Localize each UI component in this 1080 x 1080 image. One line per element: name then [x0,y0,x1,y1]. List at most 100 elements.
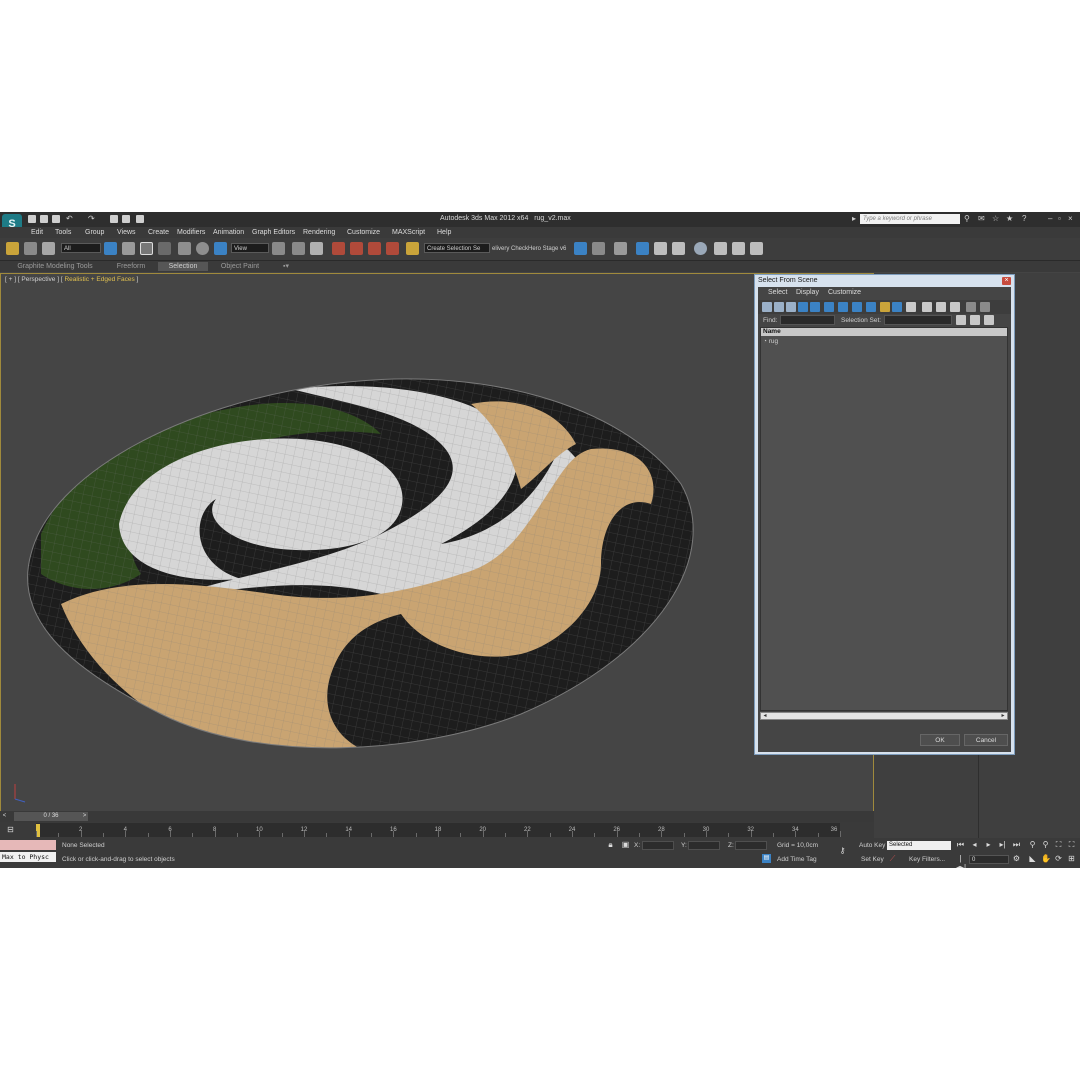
column-header-name[interactable]: Name [761,328,1007,336]
keyboard-shortcut-override-icon[interactable] [310,242,323,255]
play-icon[interactable]: ▸ [984,840,993,849]
scroll-right-icon[interactable]: ▸ [999,713,1007,719]
bind-to-space-warp-icon[interactable] [42,242,55,255]
menu-edit[interactable]: Edit [31,229,43,236]
select-invert-icon[interactable] [984,315,994,325]
time-slider[interactable]: < 0 / 36 > [0,811,874,822]
z-coordinate-field[interactable] [735,841,767,850]
percent-snap-icon[interactable] [368,242,381,255]
mini-curve-editor-icon[interactable]: ⊟ [6,825,15,834]
cancel-button[interactable]: Cancel [964,734,1008,746]
menu-group[interactable]: Group [85,229,104,236]
search-arrow-icon[interactable]: ▸ [852,215,860,223]
lock-selection-icon[interactable]: 🔒︎ [606,840,615,849]
display-helpers-icon[interactable] [810,302,820,312]
display-frozen-icon[interactable] [892,302,902,312]
maxscript-mini-listener[interactable]: Max to Physc [0,852,56,862]
hold-icon[interactable] [122,215,130,223]
select-and-scale-icon[interactable] [214,242,227,255]
orbit-icon[interactable]: ⟳ [1054,854,1063,863]
display-bones-icon[interactable] [866,302,876,312]
go-to-end-icon[interactable]: ⏭ [1012,840,1021,849]
timeline-ruler[interactable]: 2 4 6 8 10 12 14 16 18 20 22 24 26 28 30 32 34 36 [36,823,841,837]
key-mode-toggle-icon[interactable]: |◂▸| [956,854,966,868]
display-groups-icon[interactable] [838,302,848,312]
time-slider-prev-icon[interactable]: < [0,812,9,821]
display-geometry-icon[interactable] [762,302,772,312]
display-containers-icon[interactable] [880,302,890,312]
select-and-rotate-icon[interactable] [196,242,209,255]
dialog-menu-display[interactable]: Display [796,289,819,296]
menu-tools[interactable]: Tools [55,229,71,236]
time-tag-icon[interactable]: ▤ [762,854,771,863]
menu-modifiers[interactable]: Modifiers [177,229,205,236]
next-frame-icon[interactable]: ▸| [998,840,1007,849]
layer-manager-icon[interactable] [614,242,627,255]
pan-view-icon[interactable]: ✋ [1041,854,1051,863]
menu-views[interactable]: Views [117,229,136,236]
align-icon[interactable] [592,242,605,255]
snaps-toggle-icon[interactable] [332,242,345,255]
close-icon[interactable]: × [1068,215,1076,223]
display-none-icon[interactable] [936,302,946,312]
reference-coordinate-select[interactable]: View [231,243,269,253]
unlink-icon[interactable] [24,242,37,255]
favorites-icon[interactable]: ☆ [992,215,1000,223]
menu-graph-editors[interactable]: Graph Editors [252,229,295,236]
scroll-left-icon[interactable]: ◂ [761,713,769,719]
tab-selection[interactable]: Selection [158,262,208,271]
time-configuration-icon[interactable]: ⚙ [1012,854,1021,863]
selection-set-select[interactable] [884,315,952,325]
zoom-extents-all-icon[interactable]: ⛶ [1067,840,1076,849]
rug-model[interactable] [1,274,873,821]
pivot-center-icon[interactable] [272,242,285,255]
render-setup-icon[interactable] [714,242,727,255]
y-coordinate-field[interactable] [688,841,720,850]
object-list[interactable]: Name ◔ rug [760,327,1008,711]
selection-filter-select[interactable]: All [61,243,101,253]
display-space-warps-icon[interactable] [824,302,834,312]
dialog-close-button[interactable]: × [1002,277,1011,285]
select-object-icon[interactable] [104,242,117,255]
display-lights-icon[interactable] [786,302,796,312]
ok-button[interactable]: OK [920,734,960,746]
absolute-relative-toggle-icon[interactable]: ▣ [621,840,630,849]
set-key-button[interactable]: Set Key [861,856,884,863]
tab-graphite-modeling-tools[interactable]: Graphite Modeling Tools [10,262,100,271]
list-item[interactable]: ◔ rug [763,338,778,345]
new-file-icon[interactable] [28,215,36,223]
minimize-icon[interactable]: – [1048,215,1056,223]
find-input[interactable] [780,315,835,325]
display-all-icon[interactable] [922,302,932,312]
schematic-view-icon[interactable] [672,242,685,255]
display-shapes-icon[interactable] [774,302,784,312]
filter-options-icon[interactable] [980,302,990,312]
menu-customize[interactable]: Customize [347,229,380,236]
curve-editor-icon[interactable] [654,242,667,255]
angle-snap-icon[interactable] [350,242,363,255]
add-time-tag[interactable]: Add Time Tag [777,856,817,863]
display-invert-icon[interactable] [950,302,960,312]
key-filters-button[interactable]: Key Filters... [909,856,945,863]
help-icon[interactable]: ? [1022,215,1030,223]
select-by-name-icon[interactable] [122,242,135,255]
maxscript-listener-input[interactable] [0,840,56,850]
display-hidden-icon[interactable] [906,302,916,312]
go-to-start-icon[interactable]: ⏮ [956,840,965,849]
menu-animation[interactable]: Animation [213,229,244,236]
zoom-icon[interactable]: ⚲ [1028,840,1037,849]
select-manipulate-icon[interactable] [292,242,305,255]
x-coordinate-field[interactable] [642,841,674,850]
edit-named-selection-icon[interactable] [406,242,419,255]
dialog-menu-customize[interactable]: Customize [828,289,861,296]
search-input[interactable]: Type a keyword or phrase [860,214,960,224]
open-file-icon[interactable] [40,215,48,223]
fetch-icon[interactable] [136,215,144,223]
mirror-icon[interactable] [574,242,587,255]
communication-center-icon[interactable]: ✉ [978,215,986,223]
project-folder-icon[interactable] [110,215,118,223]
maximize-viewport-icon[interactable]: ⊞ [1067,854,1076,863]
undo-icon[interactable]: ↶ [66,215,74,223]
time-slider-next-icon[interactable]: > [80,812,89,821]
zoom-extents-icon[interactable]: ⛶ [1054,840,1063,849]
